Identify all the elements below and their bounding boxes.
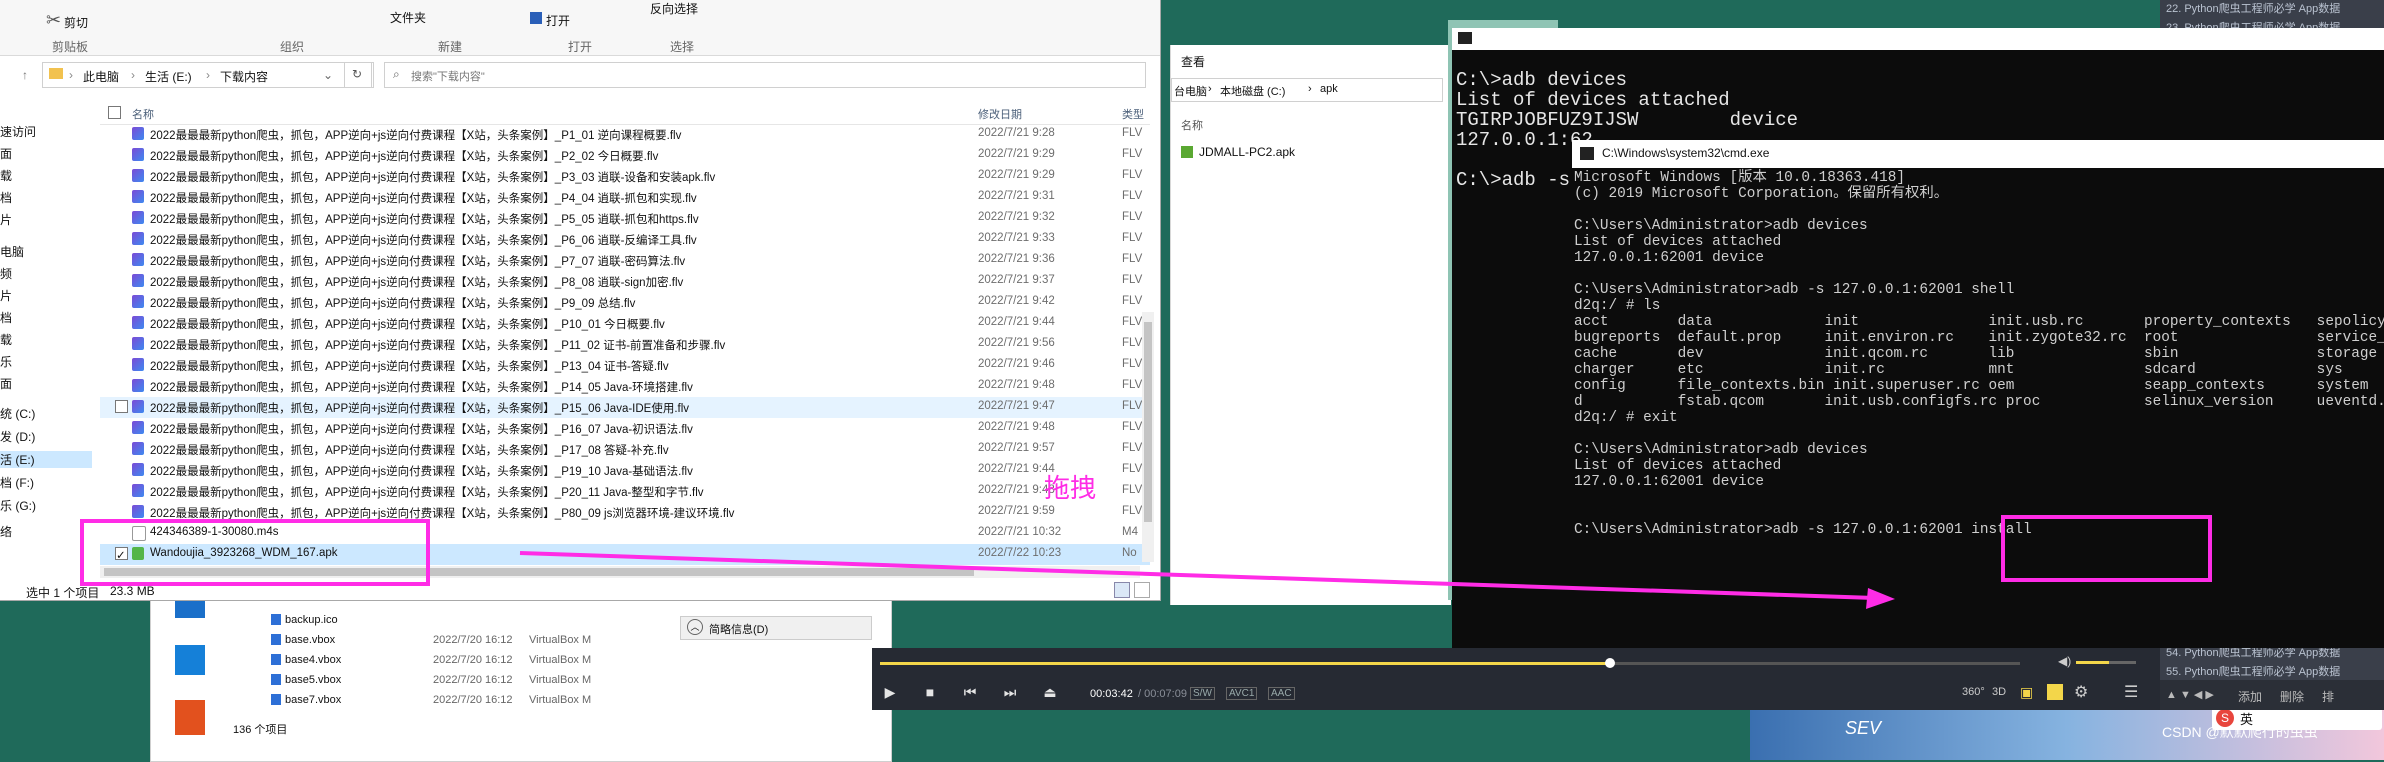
drag-arrow [519,551,1895,609]
drag-arrow-head [1866,588,1895,609]
drag-arrow-line [519,551,1876,600]
